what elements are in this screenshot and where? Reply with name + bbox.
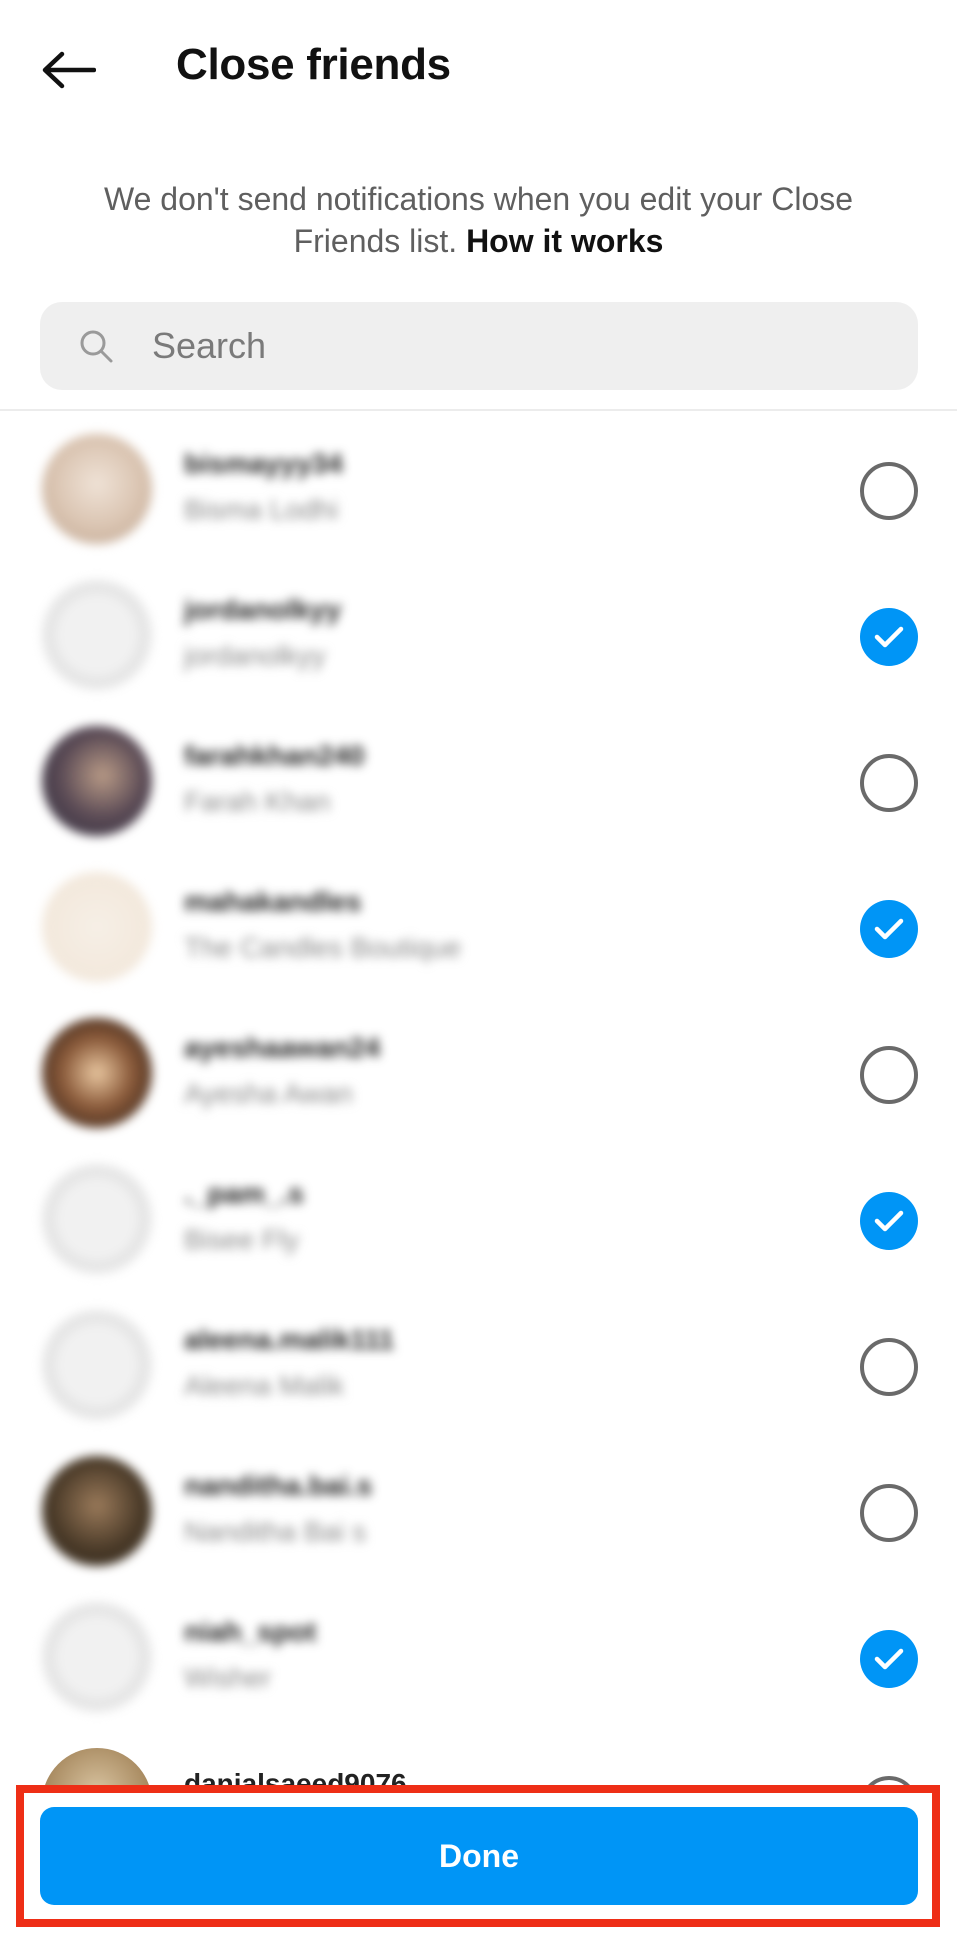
select-toggle[interactable] [860, 754, 918, 812]
list-item[interactable]: jordanolkyy jordanolkyy [0, 566, 957, 712]
header: Close friends [0, 0, 957, 130]
search-icon [80, 330, 113, 363]
back-button[interactable] [36, 38, 100, 102]
avatar [42, 1456, 152, 1566]
full-name: jordanolkyy [184, 640, 326, 671]
avatar [42, 1602, 152, 1712]
select-toggle[interactable] [860, 1630, 918, 1688]
edit-notice: We don't send notifications when you edi… [60, 178, 897, 262]
list-item[interactable]: ._pam_.s Bisee Fly [0, 1150, 957, 1296]
select-toggle[interactable] [860, 462, 918, 520]
username: mahakandles [184, 886, 362, 917]
full-name: Bisma Lodhi [184, 494, 339, 525]
avatar [42, 1310, 152, 1420]
select-toggle[interactable] [860, 608, 918, 666]
username: ._pam_.s [184, 1178, 304, 1209]
how-it-works-link[interactable]: How it works [466, 223, 663, 259]
list-item[interactable]: farahkhan240 Farah Khan [0, 712, 957, 858]
select-toggle[interactable] [860, 1776, 918, 1785]
list-item[interactable]: aleena.malik111 Aleena Malik [0, 1296, 957, 1442]
select-toggle[interactable] [860, 1192, 918, 1250]
list-item[interactable]: nanditha.bai.s Nanditha Bai s [0, 1442, 957, 1588]
select-toggle[interactable] [860, 1338, 918, 1396]
username: jordanolkyy [184, 594, 342, 625]
checkmark-icon [874, 918, 904, 940]
avatar [42, 1164, 152, 1274]
list-item[interactable]: ayeshaawan24 Ayesha Awan [0, 1004, 957, 1150]
divider [0, 409, 957, 411]
full-name: Nanditha Bai s [184, 1516, 367, 1547]
full-name: Ayesha Awan [184, 1078, 353, 1109]
page-title: Close friends [176, 40, 451, 89]
full-name: Aleena Malik [184, 1370, 345, 1401]
avatar [42, 726, 152, 836]
username: danialsaeed9076 [184, 1768, 407, 1785]
username: farahkhan240 [184, 740, 365, 771]
select-toggle[interactable] [860, 1484, 918, 1542]
avatar [42, 434, 152, 544]
arrow-left-icon [42, 51, 96, 89]
list-item[interactable]: danialsaeed9076 [0, 1734, 957, 1785]
avatar [42, 872, 152, 982]
select-toggle[interactable] [860, 900, 918, 958]
select-toggle[interactable] [860, 1046, 918, 1104]
list-item[interactable]: bismayyy34 Bisma Lodhi [0, 420, 957, 566]
search-input[interactable] [152, 325, 852, 367]
done-button[interactable]: Done [40, 1807, 918, 1905]
full-name: Bisee Fly [184, 1224, 300, 1255]
full-name: Wisher [184, 1662, 272, 1693]
footer: Done [0, 1785, 957, 1933]
avatar [42, 1018, 152, 1128]
full-name: Farah Khan [184, 786, 331, 817]
username: bismayyy34 [184, 448, 343, 479]
friends-list[interactable]: bismayyy34 Bisma Lodhi jordanolkyy jorda… [0, 420, 957, 1785]
checkmark-icon [874, 1210, 904, 1232]
full-name: The Candles Boutique [184, 932, 462, 963]
checkmark-icon [874, 1648, 904, 1670]
username: ayeshaawan24 [184, 1032, 381, 1063]
username: aleena.malik111 [184, 1324, 395, 1355]
username: niah_spot [184, 1616, 317, 1647]
list-item[interactable]: mahakandles The Candles Boutique [0, 858, 957, 1004]
search-bar[interactable] [40, 302, 918, 390]
username: nanditha.bai.s [184, 1470, 373, 1501]
avatar [42, 1748, 152, 1785]
checkmark-icon [874, 626, 904, 648]
list-item[interactable]: niah_spot Wisher [0, 1588, 957, 1734]
avatar [42, 580, 152, 690]
